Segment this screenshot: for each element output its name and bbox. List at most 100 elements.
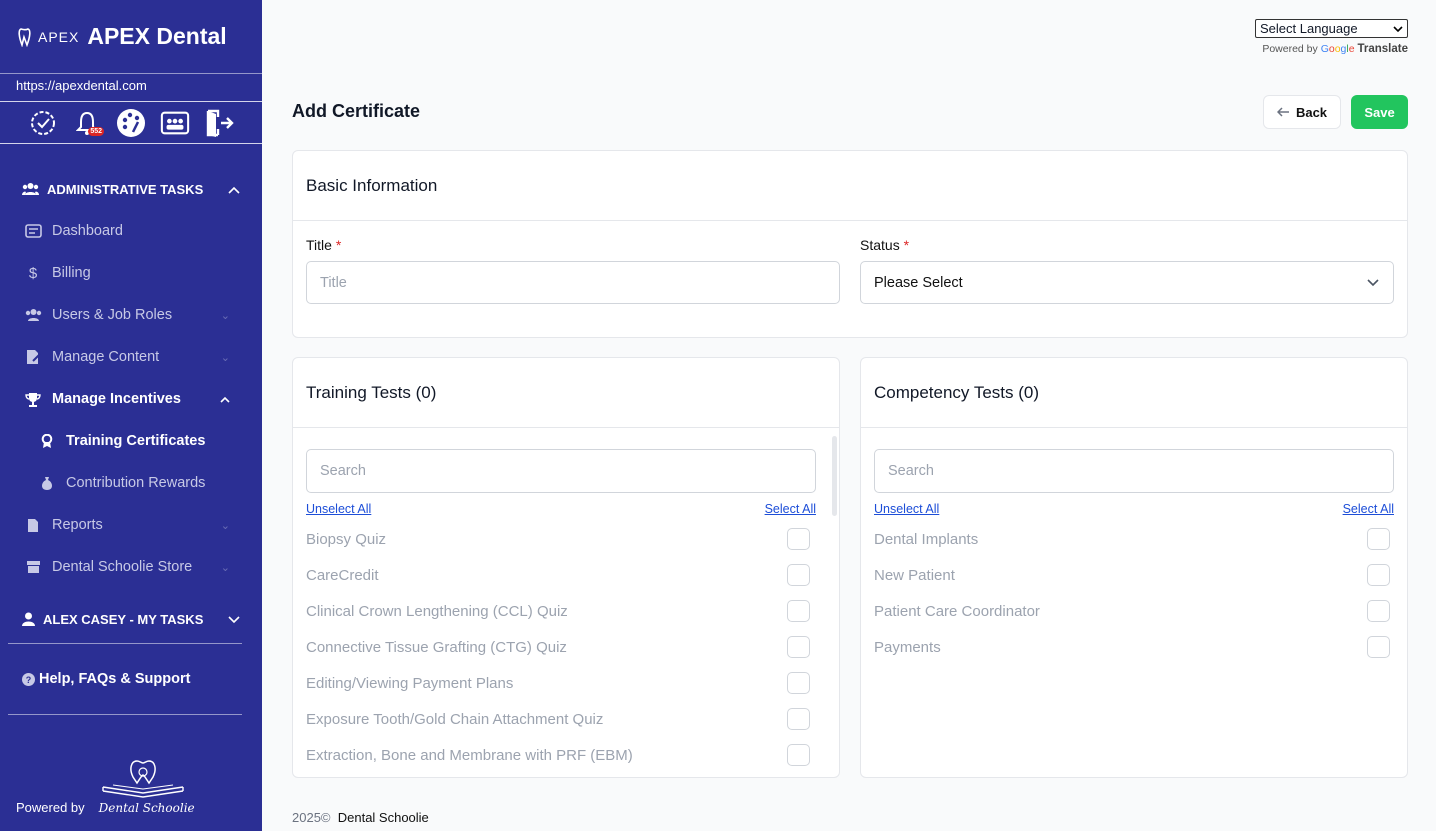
page-title: Add Certificate — [292, 101, 421, 121]
chevron-down-icon[interactable]: ⌄ — [221, 351, 230, 364]
checkbox[interactable] — [1367, 600, 1390, 622]
footer-name[interactable]: Dental Schoolie — [338, 810, 429, 825]
help-faqs-support-link[interactable]: ? Help, FAQs & Support — [0, 644, 262, 714]
sidebar-item-dental-schoolie-store[interactable]: Dental Schoolie Store ⌄ — [0, 546, 262, 588]
bell-icon[interactable]: 552 — [72, 108, 104, 138]
sidebar-item-dashboard[interactable]: Dashboard — [0, 210, 262, 252]
status-label-text: Status — [860, 237, 900, 253]
checkbox[interactable] — [787, 564, 810, 586]
google-logo: Google — [1320, 43, 1355, 55]
checkbox[interactable] — [787, 600, 810, 622]
sidebar-item-reports[interactable]: Reports ⌄ — [0, 504, 262, 546]
sidebar-item-label: Reports — [52, 517, 103, 533]
brand[interactable]: APEX APEX Dental — [0, 0, 262, 74]
list-item[interactable]: Patient Care Coordinator — [874, 593, 1390, 629]
scrollbar[interactable] — [832, 436, 837, 516]
unselect-all-link[interactable]: Unselect All — [306, 502, 371, 516]
title-label-text: Title — [306, 237, 332, 253]
file-edit-icon — [24, 349, 42, 365]
sidebar-item-label: Billing — [52, 265, 91, 281]
help-label: Help, FAQs & Support — [39, 671, 191, 687]
status-label: Status * — [860, 237, 909, 253]
chevron-down-icon[interactable]: ⌄ — [221, 561, 230, 574]
chevron-down-icon[interactable] — [228, 612, 240, 627]
list-item[interactable]: CareCredit — [306, 557, 810, 593]
checkbox[interactable] — [787, 672, 810, 694]
list-item-label: Payments — [874, 638, 941, 656]
palette-icon[interactable] — [116, 108, 146, 138]
list-item-label: Connective Tissue Grafting (CTG) Quiz — [306, 638, 567, 656]
question-circle-icon: ? — [22, 672, 35, 686]
google-translate: Select Language Powered by Google Transl… — [1255, 19, 1408, 55]
status-select[interactable]: Please Select — [860, 261, 1394, 304]
list-item[interactable]: Extraction, Bone and Membrane with PRF (… — [306, 737, 810, 773]
sidebar-item-contribution-rewards[interactable]: Contribution Rewards — [0, 462, 262, 504]
checkbox[interactable] — [1367, 636, 1390, 658]
language-select[interactable]: Select Language — [1255, 19, 1408, 38]
file-icon — [24, 518, 42, 533]
checkbox[interactable] — [787, 636, 810, 658]
dental-schoolie-logo: Dental Schoolie — [99, 757, 195, 815]
list-item-label: Editing/Viewing Payment Plans — [306, 674, 514, 692]
dollar-icon: $ — [28, 264, 38, 282]
section-administrative-tasks[interactable]: ADMINISTRATIVE TASKS — [0, 178, 262, 200]
chevron-up-icon[interactable] — [228, 182, 240, 197]
logout-icon[interactable] — [204, 108, 234, 138]
list-item[interactable]: Editing/Viewing Payment Plans — [306, 665, 810, 701]
select-all-link[interactable]: Select All — [765, 502, 816, 516]
translate-link[interactable]: Translate — [1358, 43, 1409, 55]
section-label: ALEX CASEY - MY TASKS — [43, 611, 204, 627]
clock-check-icon[interactable] — [28, 108, 58, 138]
sidebar-item-billing[interactable]: $ Billing — [0, 252, 262, 294]
list-item[interactable]: Dental Implants — [874, 521, 1390, 557]
checkbox[interactable] — [787, 708, 810, 730]
checkbox[interactable] — [1367, 564, 1390, 586]
sidebar-item-training-certificates[interactable]: Training Certificates — [0, 420, 262, 462]
checkbox[interactable] — [787, 528, 810, 550]
checkbox[interactable] — [787, 744, 810, 766]
book-tooth-logo-icon — [101, 760, 184, 798]
tooth-logo-icon — [18, 27, 31, 47]
logo-text: Dental Schoolie — [98, 801, 195, 815]
chevron-down-icon — [1367, 275, 1379, 291]
checkbox[interactable] — [1367, 528, 1390, 550]
competency-search-input[interactable]: Search — [874, 449, 1394, 493]
sidebar-item-label: Dashboard — [52, 223, 123, 239]
money-bag-icon — [38, 476, 56, 491]
users-icon — [22, 183, 39, 195]
title-input[interactable]: Title — [306, 261, 840, 304]
section-my-tasks[interactable]: ALEX CASEY - MY TASKS — [0, 608, 262, 630]
select-all-link[interactable]: Select All — [1343, 502, 1394, 516]
save-button[interactable]: Save — [1351, 95, 1408, 129]
list-item[interactable]: Exposure Tooth/Gold Chain Attachment Qui… — [306, 701, 810, 737]
list-item-label: Patient Care Coordinator — [874, 602, 1040, 620]
section-label: ADMINISTRATIVE TASKS — [47, 181, 204, 197]
competency-test-list: Dental Implants New Patient Patient Care C… — [874, 521, 1390, 665]
search-placeholder: Search — [888, 463, 934, 479]
sidebar-item-users-job-roles[interactable]: Users & Job Roles ⌄ — [0, 294, 262, 336]
site-url[interactable]: https://apexdental.com — [0, 74, 262, 102]
list-item[interactable]: Connective Tissue Grafting (CTG) Quiz — [306, 629, 810, 665]
sidebar-item-label: Manage Incentives — [52, 391, 181, 407]
training-search-input[interactable]: Search — [306, 449, 816, 493]
chevron-down-icon[interactable]: ⌄ — [221, 309, 230, 322]
trophy-icon — [24, 392, 42, 407]
competency-select-links: Unselect All Select All — [874, 502, 1394, 516]
brand-logo-text: APEX — [38, 28, 80, 45]
unselect-all-link[interactable]: Unselect All — [874, 502, 939, 516]
chevron-down-icon[interactable]: ⌄ — [221, 519, 230, 532]
sidebar-item-manage-content[interactable]: Manage Content ⌄ — [0, 336, 262, 378]
notification-badge: 552 — [88, 126, 104, 136]
back-button[interactable]: Back — [1263, 95, 1341, 129]
list-item[interactable]: Biopsy Quiz — [306, 521, 810, 557]
training-test-list: Biopsy Quiz CareCredit Clinical Crown Leng… — [306, 521, 810, 773]
list-item[interactable]: Payments — [874, 629, 1390, 665]
list-item[interactable]: Clinical Crown Lengthening (CCL) Quiz — [306, 593, 810, 629]
id-card-icon[interactable] — [160, 108, 190, 138]
chevron-down-icon — [1393, 21, 1403, 36]
list-item[interactable]: New Patient — [874, 557, 1390, 593]
dashboard-icon — [24, 224, 42, 238]
main-content: Select Language Powered by Google Transl… — [262, 0, 1436, 831]
sidebar-item-manage-incentives[interactable]: Manage Incentives — [0, 378, 262, 420]
chevron-up-icon[interactable] — [220, 391, 230, 407]
